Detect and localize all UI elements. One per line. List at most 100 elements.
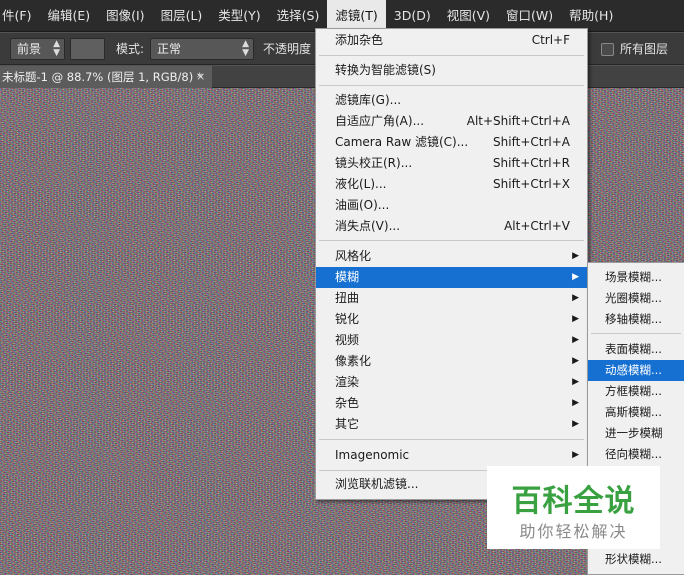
menu-item-blur[interactable]: 模糊 ▶ [316,267,587,288]
document-tab-title: 未标题-1 @ 88.7% (图层 1, RGB/8) * [2,70,203,84]
menu-help[interactable]: 帮助(H) [561,0,621,32]
menu-image[interactable]: 图像(I) [98,0,152,32]
watermark-title: 百科全说 [511,484,636,519]
menu-item-lens-correction[interactable]: 镜头校正(R)... Shift+Ctrl+R [316,153,587,174]
menu-item-camera-raw[interactable]: Camera Raw 滤镜(C)... Shift+Ctrl+A [316,132,587,153]
menu-separator [591,333,681,334]
menu-separator [319,55,584,56]
menu-file[interactable]: 件(F) [0,0,39,32]
menu-item-label: 浏览联机滤镜... [335,477,419,491]
menu-item-other[interactable]: 其它 ▶ [316,414,587,435]
filter-dropdown-menu: 添加杂色 Ctrl+F 转换为智能滤镜(S) 滤镜库(G)... 自适应广角(A… [315,28,588,500]
menu-item-video[interactable]: 视频 ▶ [316,330,587,351]
menu-item-imagenomic[interactable]: Imagenomic ▶ [316,445,587,466]
menu-item-filter-gallery[interactable]: 滤镜库(G)... [316,90,587,111]
submenu-item-radial-blur[interactable]: 径向模糊... [588,444,684,465]
menu-3d[interactable]: 3D(D) [386,0,439,32]
menu-item-label: 自适应广角(A)... [335,114,425,128]
menu-item-distort[interactable]: 扭曲 ▶ [316,288,587,309]
menu-edit[interactable]: 编辑(E) [39,0,98,32]
submenu-item-label: 光圈模糊... [605,291,662,305]
menu-item-label: 锐化 [335,312,360,326]
submenu-arrow-icon: ▶ [572,251,579,261]
menu-item-vanishing-point[interactable]: 消失点(V)... Alt+Ctrl+V [316,216,587,237]
menu-separator [319,240,584,241]
all-layers-label: 所有图层 [620,42,669,56]
menu-item-sharpen[interactable]: 锐化 ▶ [316,309,587,330]
submenu-item-box-blur[interactable]: 方框模糊... [588,381,684,402]
menu-view[interactable]: 视图(V) [439,0,498,32]
submenu-arrow-icon: ▶ [572,314,579,324]
menu-item-oil-paint[interactable]: 油画(O)... [316,195,587,216]
menu-item-label: 添加杂色 [335,33,384,47]
submenu-item-gaussian-blur[interactable]: 高斯模糊... [588,402,684,423]
menu-item-label: 滤镜库(G)... [335,93,402,107]
submenu-item-blur-more[interactable]: 进一步模糊 [588,423,684,444]
submenu-item-label: 场景模糊... [605,270,662,284]
submenu-arrow-icon: ▶ [572,377,579,387]
menu-item-shortcut: Ctrl+F [531,33,570,47]
submenu-item-label: 形状模糊... [605,552,662,566]
pattern-swatch[interactable] [70,38,105,60]
submenu-item-field-blur[interactable]: 场景模糊... [588,267,684,288]
all-layers-checkbox[interactable] [601,43,614,56]
menu-layer[interactable]: 图层(L) [153,0,211,32]
menu-item-stylize[interactable]: 风格化 ▶ [316,246,587,267]
menu-item-pixelate[interactable]: 像素化 ▶ [316,351,587,372]
menu-item-label: Camera Raw 滤镜(C)... [335,135,469,149]
menu-item-smart-filter[interactable]: 转换为智能滤镜(S) [316,60,587,81]
submenu-item-motion-blur[interactable]: 动感模糊... [588,360,684,381]
mode-select-value: 正常 [157,42,182,56]
submenu-item-label: 方框模糊... [605,384,662,398]
submenu-arrow-icon: ▶ [572,356,579,366]
watermark-logo: 百科全说 助你轻松解决 [487,466,660,549]
updown-arrow-icon: ▲ ▼ [242,39,249,58]
watermark-subtitle: 助你轻松解决 [519,522,628,541]
menu-item-shortcut: Shift+Ctrl+X [493,177,570,191]
menu-item-label: 模糊 [335,270,360,284]
submenu-item-surface-blur[interactable]: 表面模糊... [588,339,684,360]
menu-filter[interactable]: 滤镜(T) [327,0,386,32]
menu-item-render[interactable]: 渲染 ▶ [316,372,587,393]
menu-window[interactable]: 窗口(W) [498,0,561,32]
submenu-arrow-icon: ▶ [572,450,579,460]
submenu-arrow-icon: ▶ [572,335,579,345]
menu-item-label: 像素化 [335,354,372,368]
submenu-item-tilt-shift[interactable]: 移轴模糊... [588,309,684,330]
submenu-item-iris-blur[interactable]: 光圈模糊... [588,288,684,309]
menu-type[interactable]: 类型(Y) [210,0,268,32]
submenu-item-shape-blur[interactable]: 形状模糊... [588,549,684,570]
menu-item-label: 液化(L)... [335,177,387,191]
mode-label: 模式: [116,42,145,56]
submenu-item-label: 进一步模糊 [605,426,663,440]
menu-item-label: 油画(O)... [335,198,390,212]
menu-select[interactable]: 选择(S) [269,0,328,32]
menu-item-last-filter[interactable]: 添加杂色 Ctrl+F [316,30,587,51]
menu-item-shortcut: Alt+Shift+Ctrl+A [466,114,570,128]
menu-item-label: 风格化 [335,249,372,263]
submenu-item-label: 表面模糊... [605,342,662,356]
submenu-item-label: 径向模糊... [605,447,662,461]
menu-item-adaptive-wide-angle[interactable]: 自适应广角(A)... Alt+Shift+Ctrl+A [316,111,587,132]
menu-item-label: 杂色 [335,396,360,410]
menu-item-noise[interactable]: 杂色 ▶ [316,393,587,414]
menu-item-label: 视频 [335,333,360,347]
menu-item-shortcut: Alt+Ctrl+V [504,219,570,233]
submenu-item-label: 移轴模糊... [605,312,662,326]
opacity-label: 不透明度 [263,42,312,56]
menu-item-shortcut: Shift+Ctrl+A [493,135,570,149]
updown-arrow-icon: ▲ ▼ [53,39,60,58]
mode-select[interactable]: 正常 ▲ ▼ [150,38,254,60]
document-tab[interactable]: 未标题-1 @ 88.7% (图层 1, RGB/8) * [0,66,212,88]
submenu-item-label: 动感模糊... [605,363,662,377]
menu-item-label: 转换为智能滤镜(S) [335,63,436,77]
close-icon[interactable]: × [196,66,205,88]
menu-item-shortcut: Shift+Ctrl+R [492,156,570,170]
submenu-arrow-icon: ▶ [572,419,579,429]
menu-separator [319,439,584,440]
menu-item-label: 消失点(V)... [335,219,401,233]
submenu-arrow-icon: ▶ [572,398,579,408]
source-select-value: 前景 [17,42,42,56]
source-select[interactable]: 前景 ▲ ▼ [10,38,65,60]
menu-item-liquify[interactable]: 液化(L)... Shift+Ctrl+X [316,174,587,195]
